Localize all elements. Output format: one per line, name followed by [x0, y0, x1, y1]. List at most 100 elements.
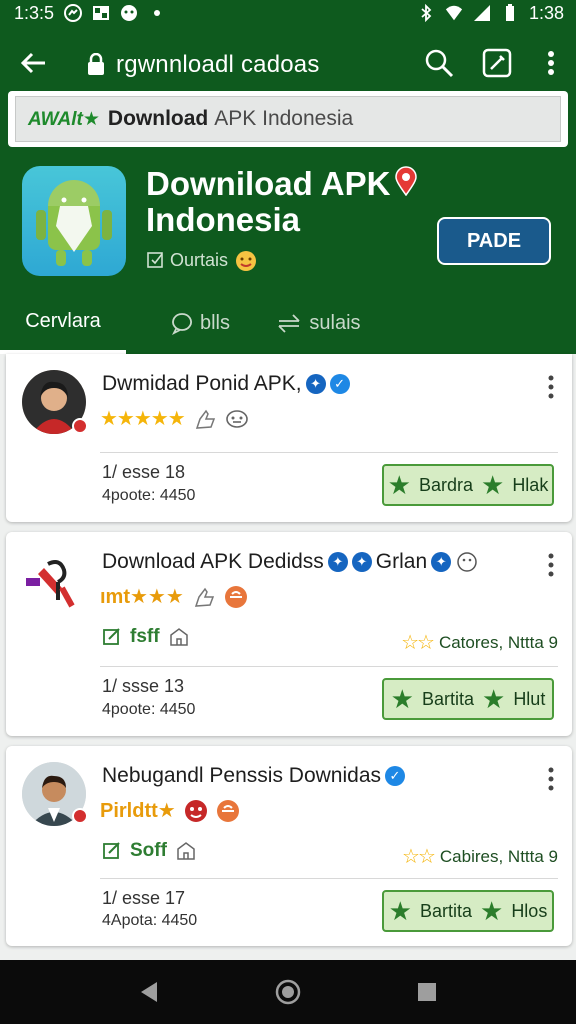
- app-icon: [22, 166, 126, 276]
- overflow-menu-button[interactable]: [538, 46, 564, 80]
- location-pin-icon: [394, 166, 418, 197]
- nav-home-button[interactable]: [268, 972, 308, 1012]
- rating-info-text: Catores, Nttta 9: [438, 632, 558, 652]
- more-vert-icon: [548, 767, 554, 791]
- rating-row: ★★★★★: [100, 406, 249, 431]
- pade-button[interactable]: PADE: [437, 217, 551, 265]
- tag-text: fsff: [130, 626, 160, 647]
- avatar-status-badge: [72, 808, 88, 824]
- app-subtitle: Ourtais: [146, 248, 258, 272]
- card-meta-version: 1/ ssse 13: [102, 676, 185, 696]
- verified-badge-icon: ✦: [351, 552, 372, 572]
- verified-badge-icon: ✦: [431, 552, 452, 572]
- home-icon: [177, 842, 195, 860]
- face-icon[interactable]: [225, 407, 249, 431]
- site-search-input[interactable]: AWAlt★ Download APK Indonesia: [15, 96, 561, 142]
- app-card[interactable]: Download APK Dedidss ✦ ✦ Grlan ✦ ımt★★★ …: [6, 532, 572, 736]
- status-bar: 1:3:5 1:38: [0, 0, 576, 26]
- emoji-badge-icon[interactable]: [184, 799, 208, 823]
- app-title-line1: Downiload APK: [146, 165, 391, 202]
- search-button[interactable]: [422, 46, 456, 80]
- rating-info: ☆☆ Catores, Nttta 9: [401, 630, 558, 655]
- star-icon: ☆☆: [401, 632, 435, 654]
- action-label-2: Hlos: [511, 900, 548, 921]
- square-recents-icon: [417, 983, 436, 1001]
- bluetooth-icon: [417, 4, 435, 22]
- site-logo: AWAlt★: [28, 108, 100, 130]
- card-menu-button[interactable]: [544, 374, 558, 400]
- search-icon: [425, 49, 454, 78]
- circle-home-icon: [275, 979, 301, 1005]
- system-nav-bar: [0, 960, 576, 1024]
- card-title-text: Download APK Dedidss: [102, 550, 324, 573]
- wifi-icon: [445, 4, 463, 22]
- edit-check-icon: [103, 842, 120, 859]
- card-meta-version: 1/ esse 18: [102, 462, 186, 482]
- download-button[interactable]: ★ Bardra ★ Hlak: [382, 464, 554, 506]
- thumb-icon[interactable]: [192, 585, 216, 609]
- card-meta-count: 4poote: 4450: [102, 701, 196, 718]
- app-header: rgwnnloadl cadoas AWAlt★ Download APK In…: [0, 26, 576, 354]
- star-icon: ★: [481, 470, 505, 500]
- arrow-left-icon: [20, 52, 45, 74]
- tab-label: blls: [199, 311, 230, 334]
- chat-bubble-icon: [171, 313, 192, 335]
- thumb-icon[interactable]: [193, 407, 217, 431]
- signal-icon: [473, 4, 491, 22]
- status-time: 1:3:5: [14, 2, 55, 23]
- back-button[interactable]: [16, 46, 50, 80]
- emoji-badge-icon[interactable]: [216, 799, 240, 823]
- tab-cervlara[interactable]: Cervlara: [0, 292, 126, 354]
- dot-icon: [148, 4, 166, 22]
- avatar-status-badge: [72, 418, 88, 434]
- avatar: [22, 548, 86, 612]
- edit-button[interactable]: [480, 46, 514, 80]
- action-label: Bartita: [419, 900, 472, 921]
- card-title[interactable]: Download APK Dedidss ✦ ✦ Grlan ✦: [102, 550, 479, 574]
- tab-blls[interactable]: blls: [140, 292, 260, 354]
- star-icon: ☆☆: [402, 846, 436, 868]
- action-label-2: Hlut: [513, 688, 546, 709]
- url-field[interactable]: rgwnnloadl cadoas: [116, 51, 320, 79]
- emoji-badge-icon[interactable]: [224, 585, 248, 609]
- divider: [100, 878, 558, 879]
- more-vert-icon: [548, 375, 554, 399]
- card-title[interactable]: Nebugandl Penssis Downidas ✓: [102, 764, 405, 788]
- triangle-back-icon: [141, 982, 158, 1002]
- app-title-line2: Indonesia: [146, 201, 301, 238]
- card-title-text: Dwmidad Ponid APK,: [102, 372, 302, 395]
- edit-icon: [482, 48, 512, 78]
- nav-back-button[interactable]: [129, 972, 169, 1012]
- card-menu-button[interactable]: [544, 766, 558, 792]
- rating-row: Pirldtt★: [100, 798, 240, 823]
- app-card[interactable]: Nebugandl Penssis Downidas ✓ Pirldtt★ So…: [6, 746, 572, 946]
- tag-row: fsff: [102, 626, 190, 648]
- home-icon: [169, 628, 188, 646]
- download-button[interactable]: ★ Bartita ★ Hlut: [382, 678, 554, 720]
- lock-icon: [86, 52, 106, 75]
- tag-text: Soff: [130, 840, 167, 861]
- battery-icon: [501, 4, 519, 22]
- card-meta-count: 4Apota: 4450: [102, 912, 198, 929]
- more-vert-icon: [548, 51, 554, 75]
- gallery-icon: [92, 4, 110, 22]
- swap-arrows-icon: [278, 314, 301, 333]
- status-right: 1:38: [417, 3, 564, 24]
- site-search-bar[interactable]: AWAlt★ Download APK Indonesia: [8, 91, 568, 147]
- download-button[interactable]: ★ Bartita ★ Hlos: [382, 890, 554, 932]
- app-card[interactable]: Dwmidad Ponid APK, ✦ ✓ ★★★★★ 1/ esse 18 …: [6, 354, 572, 522]
- divider: [100, 666, 558, 667]
- star-icon: ★: [480, 896, 504, 926]
- status-left: 1:3:5: [14, 3, 166, 24]
- action-label: Bardra: [418, 474, 473, 495]
- rating-info-text: Cabires, Nttta 9: [439, 846, 558, 866]
- star-icon: ★: [482, 684, 506, 714]
- tab-sulais[interactable]: sulais: [264, 292, 374, 354]
- verified-badge-icon: ✦: [305, 374, 326, 394]
- card-title[interactable]: Dwmidad Ponid APK, ✦ ✓: [102, 372, 350, 396]
- star-icon: ★: [387, 470, 411, 500]
- card-menu-button[interactable]: [544, 552, 558, 578]
- search-strong-text: Download: [107, 107, 209, 130]
- star-rating: ★★★★★: [100, 408, 186, 430]
- nav-recents-button[interactable]: [407, 972, 447, 1012]
